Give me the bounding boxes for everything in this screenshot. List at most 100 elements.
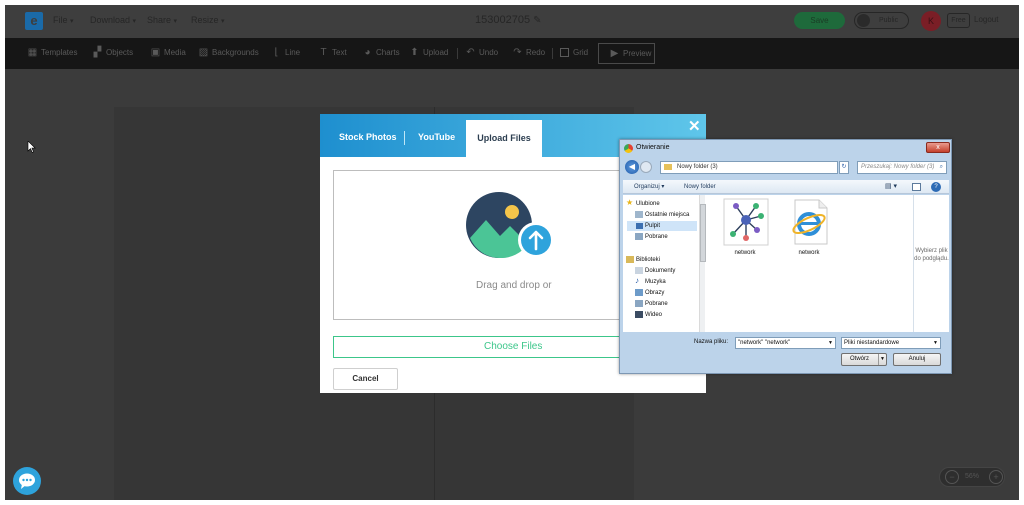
- charts-button[interactable]: ◕ Charts: [362, 46, 399, 60]
- pencil-icon[interactable]: ✎: [533, 15, 541, 26]
- navigation-scrollbar[interactable]: [699, 195, 706, 332]
- preview-pane-icon[interactable]: [912, 183, 921, 191]
- document-title[interactable]: 153002705 ✎: [475, 14, 542, 26]
- search-icon: ⌕: [939, 164, 943, 170]
- open-file-dialog: Otwieranie x ◀ Nowy folder (3) ↻ Przeszu…: [619, 139, 952, 374]
- backgrounds-button[interactable]: ▨ Backgrounds: [198, 46, 259, 60]
- organize-button[interactable]: Organizuj ▾: [634, 180, 664, 194]
- tab-youtube[interactable]: YouTube: [418, 114, 455, 157]
- public-toggle[interactable]: Public: [854, 12, 909, 29]
- media-label: Media: [164, 48, 186, 57]
- backgrounds-label: Backgrounds: [212, 48, 259, 57]
- nav-item-label: Biblioteki: [636, 257, 661, 263]
- nav-item-downloads[interactable]: Pobrane: [635, 232, 668, 242]
- dialog-footer: Nazwa pliku: "network" "network" ▼ Pliki …: [623, 334, 949, 372]
- chevron-down-icon: ▾: [221, 18, 225, 25]
- line-button[interactable]: ⌊ Line: [271, 46, 301, 60]
- logout-link[interactable]: Logout: [974, 15, 998, 24]
- toolbar-divider: [552, 48, 553, 59]
- redo-button[interactable]: ↷ Redo: [512, 46, 545, 60]
- file-menu[interactable]: File ▾: [53, 15, 74, 25]
- filetype-value: Pliki niestandardowe: [844, 340, 900, 346]
- toggle-knob: [857, 14, 870, 27]
- grid-icon: [560, 48, 569, 58]
- nav-item-music[interactable]: ♪ Muzyka: [635, 276, 666, 287]
- grid-toggle[interactable]: Grid: [560, 46, 588, 60]
- image-upload-icon: [466, 192, 554, 259]
- preview-button[interactable]: ▶ Preview: [598, 43, 655, 64]
- download-menu[interactable]: Download ▾: [90, 15, 136, 25]
- chevron-down-icon: ▾: [132, 18, 137, 25]
- public-toggle-label: Public: [879, 17, 899, 24]
- dialog-cancel-button[interactable]: Anuluj: [893, 353, 941, 366]
- folder-icon: [664, 164, 672, 170]
- close-icon[interactable]: x: [926, 142, 950, 153]
- share-menu[interactable]: Share ▾: [147, 15, 177, 25]
- new-folder-button[interactable]: Nowy folder: [684, 180, 716, 194]
- mouse-cursor-icon: [27, 141, 36, 153]
- chevron-down-icon: ▾: [70, 18, 74, 25]
- nav-item-label: Wideo: [645, 312, 663, 318]
- nav-item-libraries[interactable]: Biblioteki: [626, 255, 661, 265]
- refresh-icon[interactable]: ↻: [839, 161, 849, 174]
- plan-badge[interactable]: Free: [947, 13, 970, 28]
- upload-label: Upload: [423, 48, 449, 57]
- toolbar-divider: [457, 48, 458, 59]
- save-button[interactable]: Save: [794, 12, 845, 29]
- scrollbar-thumb[interactable]: [700, 204, 706, 262]
- back-arrow-icon[interactable]: ◀: [625, 160, 639, 174]
- media-button[interactable]: ▣ Media: [150, 46, 186, 60]
- nav-item-label: Ostatnie miejsca: [645, 212, 690, 218]
- nav-item-desktop[interactable]: Pulpit: [627, 221, 697, 231]
- dialog-navigation-bar: ◀ Nowy folder (3) ↻ Przeszukaj: Nowy fol…: [623, 159, 949, 176]
- forward-arrow-icon[interactable]: [640, 161, 652, 173]
- chevron-down-icon: ▾: [661, 184, 665, 190]
- dialog-command-bar: Organizuj ▾ Nowy folder ▤ ▾ ?: [623, 180, 949, 194]
- nav-item-label: Muzyka: [645, 279, 666, 285]
- file-menu-label: File: [53, 15, 68, 25]
- app-logo[interactable]: e: [25, 12, 43, 30]
- upload-icon: ⬆: [410, 47, 419, 58]
- file-item[interactable]: network: [781, 198, 837, 263]
- nav-item-downloads-lib[interactable]: Pobrane: [635, 299, 668, 309]
- chat-button[interactable]: [13, 467, 41, 495]
- music-icon: ♪: [635, 276, 639, 285]
- help-icon[interactable]: ?: [931, 182, 941, 192]
- cancel-button[interactable]: Cancel: [333, 368, 398, 390]
- tab-upload-files[interactable]: Upload Files: [466, 120, 542, 157]
- recent-places-icon: [635, 211, 643, 218]
- nav-item-recent-places[interactable]: Ostatnie miejsca: [635, 210, 690, 220]
- zoom-in-button[interactable]: +: [989, 470, 1003, 484]
- dialog-body: ★ Ulubione Ostatnie miejsca Pulpit Pobran…: [623, 195, 949, 332]
- download-menu-label: Download: [90, 15, 131, 25]
- nav-item-favorites[interactable]: ★ Ulubione: [626, 198, 660, 209]
- nav-item-documents[interactable]: Dokumenty: [635, 266, 675, 276]
- templates-button[interactable]: ▦ Templates: [27, 46, 78, 60]
- file-item[interactable]: network: [717, 198, 773, 263]
- nav-item-video[interactable]: Wideo: [635, 310, 663, 320]
- share-menu-label: Share: [147, 15, 172, 25]
- open-button-label: Otwórz: [850, 356, 870, 362]
- chevron-down-icon[interactable]: ▼: [878, 354, 886, 365]
- search-placeholder: Przeszukaj: Nowy folder (3): [861, 164, 935, 170]
- search-input[interactable]: Przeszukaj: Nowy folder (3) ⌕: [857, 161, 947, 174]
- close-icon[interactable]: ✕: [688, 117, 701, 135]
- grid-label: Grid: [573, 48, 589, 57]
- nav-item-pictures[interactable]: Obrazy: [635, 288, 664, 298]
- chevron-down-icon[interactable]: ▼: [828, 338, 833, 348]
- undo-button[interactable]: ↶ Undo: [465, 46, 498, 60]
- address-bar[interactable]: Nowy folder (3): [660, 161, 838, 174]
- avatar[interactable]: K: [921, 11, 941, 31]
- upload-button[interactable]: ⬆ Upload: [409, 46, 448, 60]
- view-options-icon[interactable]: ▤ ▾: [885, 183, 905, 191]
- open-button[interactable]: Otwórz ▼: [841, 353, 887, 366]
- tab-stock-photos[interactable]: Stock Photos: [339, 114, 397, 157]
- internet-explorer-icon: [792, 199, 828, 245]
- filename-input[interactable]: "network" "network" ▼: [735, 337, 836, 349]
- text-button[interactable]: T Text: [318, 46, 346, 60]
- resize-menu[interactable]: Resize ▾: [191, 15, 225, 25]
- templates-label: Templates: [41, 48, 78, 57]
- filetype-select[interactable]: Pliki niestandardowe ▼: [841, 337, 941, 349]
- objects-button[interactable]: ▞ Objects: [92, 46, 133, 60]
- zoom-out-button[interactable]: −: [945, 470, 959, 484]
